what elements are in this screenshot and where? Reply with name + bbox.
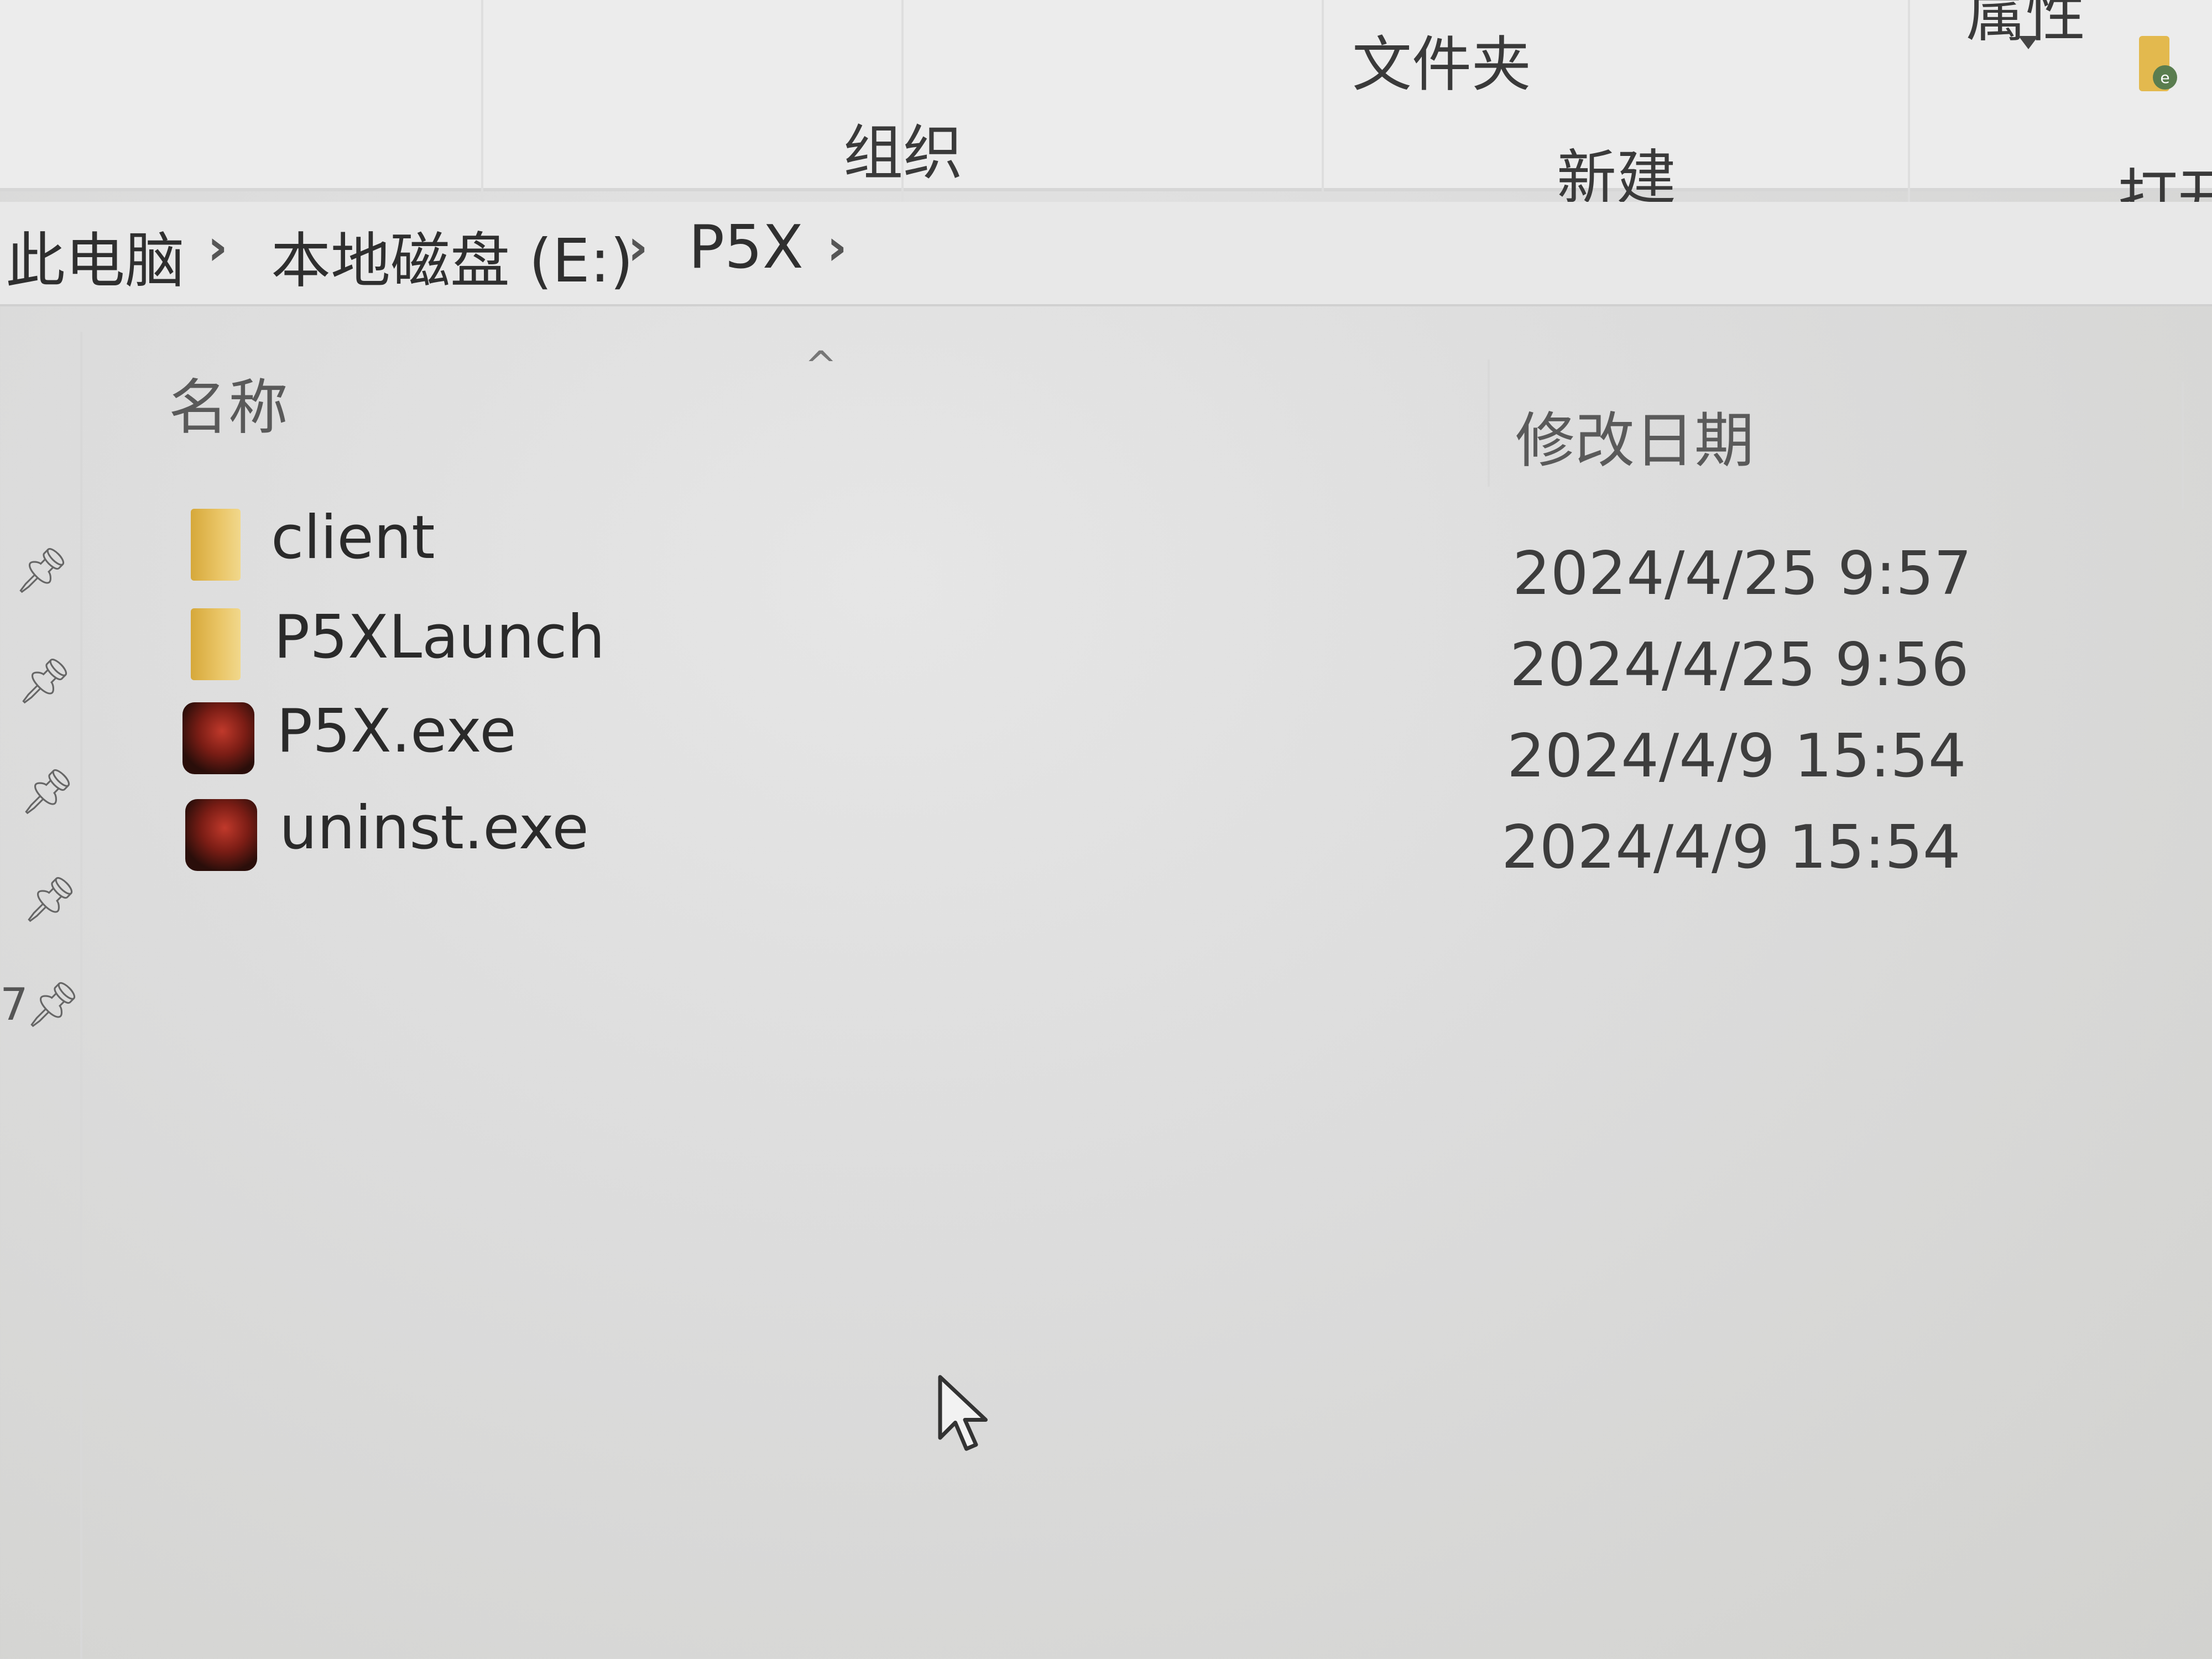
breadcrumb-p5x[interactable]: P5X xyxy=(688,213,804,282)
ribbon-group-organize: 组织 xyxy=(843,119,963,188)
pin-icon[interactable]: 📌︎ xyxy=(14,545,70,597)
file-name[interactable]: uninst.exe xyxy=(279,794,589,863)
pin-icon[interactable]: 📌︎ xyxy=(17,655,73,707)
nav-item-fragment: 7 xyxy=(0,979,28,1030)
file-modified-date: 2024/4/25 9:56 xyxy=(1510,630,1969,700)
mouse-cursor-icon xyxy=(938,1375,988,1451)
folder-icon xyxy=(191,608,241,680)
pin-icon[interactable]: 📌︎ xyxy=(19,766,76,818)
file-name[interactable]: P5X.exe xyxy=(276,697,517,766)
address-bar[interactable]: 此电脑 › 本地磁盘 (E:) › P5X › xyxy=(0,202,2212,306)
chevron-right-icon[interactable]: › xyxy=(827,218,847,276)
breadcrumb-this-pc[interactable]: 此电脑 xyxy=(6,213,185,299)
column-header-name[interactable]: 名称 xyxy=(169,359,288,446)
file-modified-date: 2024/4/9 15:54 xyxy=(1501,813,1961,882)
chevron-right-icon[interactable]: › xyxy=(628,218,648,276)
ribbon-separator xyxy=(481,0,483,210)
chevron-right-icon[interactable]: › xyxy=(207,218,228,276)
app-icon xyxy=(185,799,257,871)
folder-icon xyxy=(191,509,241,581)
pin-icon[interactable]: 📌︎ xyxy=(22,874,79,926)
pin-icon[interactable]: 📌︎ xyxy=(25,979,81,1031)
file-modified-date: 2024/4/9 15:54 xyxy=(1507,722,1966,791)
ribbon-separator xyxy=(1908,0,1910,210)
file-row[interactable]: P5X.exe 2024/4/9 15:54 xyxy=(177,691,2212,791)
open-folder-icon[interactable]: e xyxy=(2135,30,2184,97)
file-row[interactable]: client 2024/4/25 9:57 xyxy=(177,498,2212,608)
ribbon: 组织 文件夹 新建 属性 e 打开 xyxy=(0,0,2212,232)
file-row[interactable]: uninst.exe 2024/4/9 15:54 xyxy=(177,788,2212,882)
column-header-modified[interactable]: 修改日期 xyxy=(1515,393,1754,479)
ribbon-separator xyxy=(1322,0,1324,210)
breadcrumb-local-disk[interactable]: 本地磁盘 (E:) xyxy=(271,213,633,299)
sort-ascending-icon: ^ xyxy=(805,343,837,388)
column-divider[interactable] xyxy=(1488,359,1490,487)
file-row[interactable]: P5XLaunch 2024/4/25 9:56 xyxy=(177,597,2212,700)
chevron-down-icon[interactable] xyxy=(2018,36,2038,49)
app-icon xyxy=(182,702,254,774)
file-name[interactable]: client xyxy=(271,503,435,572)
file-name[interactable]: P5XLaunch xyxy=(274,603,605,672)
column-divider[interactable] xyxy=(2182,382,2184,509)
new-folder-button[interactable]: 文件夹 xyxy=(1352,17,1531,103)
svg-text:e: e xyxy=(2160,69,2169,87)
